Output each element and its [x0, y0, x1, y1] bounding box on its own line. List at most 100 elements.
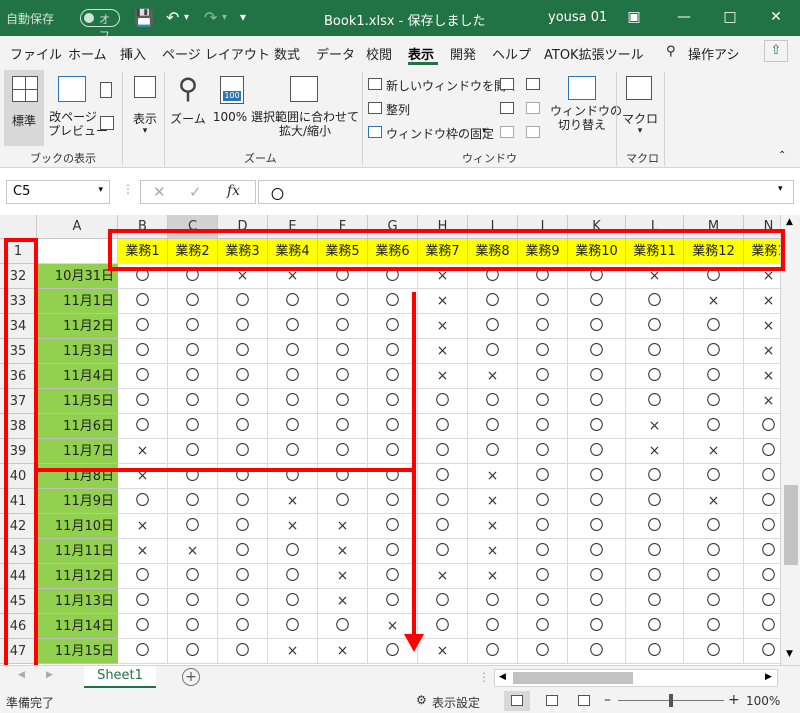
scroll-down-icon[interactable]: ▼ [786, 649, 793, 659]
mark-cell[interactable]: 〇 [468, 339, 518, 364]
mark-cell[interactable]: 〇 [268, 414, 318, 439]
user-name[interactable]: yousa 01 [548, 10, 607, 25]
mark-cell[interactable]: 〇 [368, 589, 418, 614]
mark-cell[interactable]: 〇 [568, 439, 626, 464]
mark-cell[interactable]: 〇 [568, 464, 626, 489]
mark-cell[interactable]: 〇 [118, 614, 168, 639]
mark-cell[interactable]: 〇 [684, 639, 744, 664]
show-button[interactable]: 表示 ▾ [128, 70, 162, 146]
mark-cell[interactable]: × [118, 514, 168, 539]
collapse-ribbon-icon[interactable]: ⌃ [778, 150, 786, 161]
mark-cell[interactable]: 〇 [218, 289, 268, 314]
mark-cell[interactable]: × [468, 564, 518, 589]
mark-cell[interactable]: 〇 [318, 289, 368, 314]
mark-cell[interactable]: 〇 [684, 389, 744, 414]
formula-input[interactable]: 〇 [258, 180, 794, 204]
worksheet-grid[interactable]: ABCDEFGHIJKLMN 1 業務1 業務2 業務3 業務4 業務5 業務6 業務7 業務… [0, 215, 800, 665]
mark-cell[interactable]: 〇 [518, 589, 568, 614]
mark-cell[interactable]: × [468, 364, 518, 389]
mark-cell[interactable]: 〇 [626, 464, 684, 489]
mark-cell[interactable]: 〇 [518, 514, 568, 539]
mark-cell[interactable]: 〇 [318, 339, 368, 364]
mark-cell[interactable]: 〇 [318, 364, 368, 389]
mark-cell[interactable]: 〇 [468, 389, 518, 414]
mark-cell[interactable]: × [626, 439, 684, 464]
mark-cell[interactable]: 〇 [368, 314, 418, 339]
mark-cell[interactable]: 〇 [684, 414, 744, 439]
mark-cell[interactable]: 〇 [268, 314, 318, 339]
mark-cell[interactable]: 〇 [568, 489, 626, 514]
mark-cell[interactable]: 〇 [218, 564, 268, 589]
mark-cell[interactable]: × [418, 364, 468, 389]
mark-cell[interactable]: 〇 [626, 489, 684, 514]
mark-cell[interactable]: 〇 [368, 364, 418, 389]
mark-cell[interactable]: 〇 [118, 639, 168, 664]
page-layout-status-icon[interactable] [546, 695, 558, 706]
date-cell[interactable]: 11月3日 [37, 339, 118, 364]
mark-cell[interactable]: 〇 [368, 439, 418, 464]
tab-review[interactable]: 校閲 [366, 44, 392, 63]
mark-cell[interactable]: 〇 [218, 539, 268, 564]
zoom-button[interactable]: ⚲ ズーム [168, 70, 208, 146]
normal-view-button[interactable]: 標準 [4, 70, 44, 146]
mark-cell[interactable]: 〇 [568, 364, 626, 389]
mark-cell[interactable]: 〇 [626, 589, 684, 614]
mark-cell[interactable]: × [418, 564, 468, 589]
undo-icon[interactable]: ↶ [166, 8, 179, 27]
mark-cell[interactable]: 〇 [218, 589, 268, 614]
scroll-up-icon[interactable]: ▲ [786, 217, 793, 227]
normal-view-status-button[interactable] [504, 691, 530, 711]
mark-cell[interactable]: 〇 [626, 314, 684, 339]
mark-cell[interactable]: 〇 [468, 314, 518, 339]
mark-cell[interactable]: 〇 [318, 439, 368, 464]
mark-cell[interactable]: 〇 [518, 414, 568, 439]
formula-bar-handle-icon[interactable]: ⋮ [122, 182, 134, 196]
scroll-left-icon[interactable]: ◀ [499, 672, 506, 682]
mark-cell[interactable]: 〇 [518, 564, 568, 589]
horizontal-scrollbar[interactable]: ◀ ▶ [494, 669, 778, 687]
tab-split-handle-icon[interactable]: ⋮ [478, 670, 490, 684]
mark-cell[interactable]: 〇 [168, 514, 218, 539]
mark-cell[interactable]: 〇 [518, 439, 568, 464]
mark-cell[interactable]: 〇 [368, 389, 418, 414]
page-break-status-icon[interactable] [578, 695, 590, 706]
mark-cell[interactable]: 〇 [118, 589, 168, 614]
mark-cell[interactable]: 〇 [626, 389, 684, 414]
hide-icon[interactable] [500, 102, 514, 114]
mark-cell[interactable]: × [418, 639, 468, 664]
mark-cell[interactable]: 〇 [468, 289, 518, 314]
mark-cell[interactable]: 〇 [626, 514, 684, 539]
mark-cell[interactable]: 〇 [518, 614, 568, 639]
mark-cell[interactable]: 〇 [468, 414, 518, 439]
tab-home[interactable]: ホーム [68, 44, 107, 63]
zoom-in-icon[interactable]: + [728, 692, 740, 708]
mark-cell[interactable]: 〇 [418, 539, 468, 564]
mark-cell[interactable]: 〇 [118, 564, 168, 589]
mark-cell[interactable]: × [318, 564, 368, 589]
mark-cell[interactable]: 〇 [318, 489, 368, 514]
share-icon[interactable]: ⇧ [764, 40, 788, 62]
mark-cell[interactable]: 〇 [418, 489, 468, 514]
mark-cell[interactable]: 〇 [168, 489, 218, 514]
mark-cell[interactable]: 〇 [218, 639, 268, 664]
date-cell[interactable]: 11月11日 [37, 539, 118, 564]
mark-cell[interactable]: 〇 [118, 314, 168, 339]
mark-cell[interactable]: 〇 [368, 339, 418, 364]
mark-cell[interactable]: 〇 [168, 314, 218, 339]
mark-cell[interactable]: 〇 [218, 339, 268, 364]
freeze-panes-button[interactable]: ウィンドウ枠の固定 ▾ [368, 124, 494, 142]
mark-cell[interactable]: × [468, 489, 518, 514]
mark-cell[interactable]: 〇 [168, 364, 218, 389]
tab-data[interactable]: データ [316, 44, 355, 63]
mark-cell[interactable]: 〇 [268, 564, 318, 589]
mark-cell[interactable]: 〇 [118, 489, 168, 514]
mark-cell[interactable]: 〇 [268, 614, 318, 639]
ribbon-display-icon[interactable]: ▣ [622, 6, 646, 28]
mark-cell[interactable]: 〇 [318, 414, 368, 439]
mark-cell[interactable]: × [626, 414, 684, 439]
autosave-toggle[interactable]: オフ [80, 9, 120, 42]
mark-cell[interactable]: × [468, 464, 518, 489]
mark-cell[interactable]: 〇 [168, 414, 218, 439]
redo-dropdown-icon[interactable]: ▾ [222, 12, 227, 23]
date-cell[interactable]: 11月6日 [37, 414, 118, 439]
